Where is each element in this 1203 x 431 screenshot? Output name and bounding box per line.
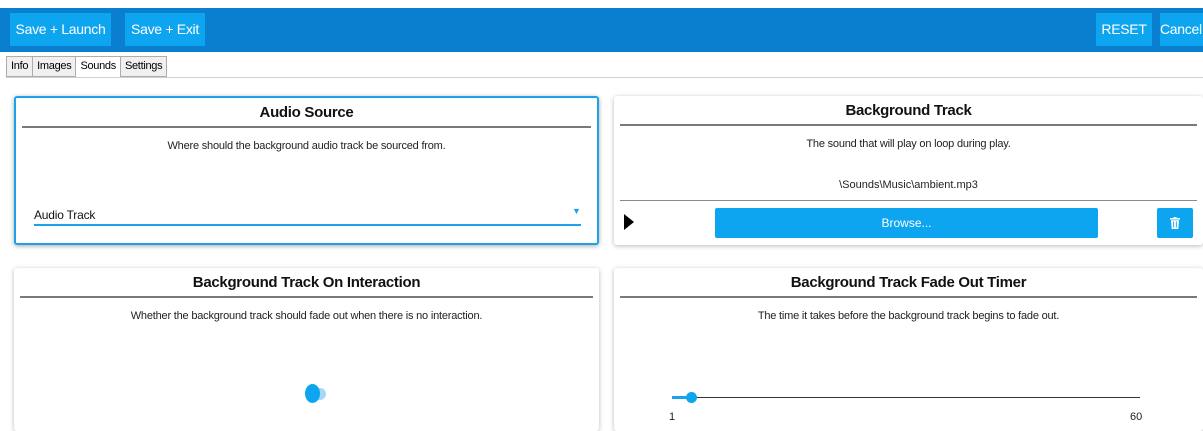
tab-info[interactable]: Info — [6, 56, 33, 77]
delete-button[interactable] — [1157, 208, 1193, 238]
play-icon[interactable] — [624, 214, 634, 230]
cancel-button-label: Cancel — [1160, 21, 1202, 37]
card-divider — [620, 296, 1197, 298]
file-path: \Sounds\Music\ambient.mp3 — [839, 179, 978, 191]
card-title: Background Track On Interaction — [192, 274, 421, 291]
tab-images[interactable]: Images — [32, 56, 76, 77]
dropdown-arrow-icon[interactable]: ▼ — [572, 206, 581, 216]
background-track-card: Background Track The sound that will pla… — [614, 96, 1203, 245]
browse-button[interactable]: Browse... — [715, 208, 1098, 238]
tab-sounds[interactable]: Sounds — [75, 56, 120, 78]
select-value: Audio Track — [34, 208, 96, 222]
card-description: Whether the background track should fade… — [130, 310, 483, 322]
reset-button[interactable]: RESET — [1096, 13, 1152, 46]
card-description: The sound that will play on loop during … — [806, 138, 1011, 150]
tab-strip: Info Images Sounds Settings — [6, 56, 168, 78]
card-divider — [20, 296, 593, 298]
window-top-strip — [0, 0, 1203, 8]
tab-settings[interactable]: Settings — [119, 56, 168, 77]
path-divider — [620, 200, 1197, 201]
tab-divider — [6, 77, 1203, 78]
audio-source-card: Audio Source Where should the background… — [14, 96, 599, 245]
save-launch-button[interactable]: Save + Launch — [10, 13, 111, 46]
trash-icon — [1170, 217, 1180, 229]
card-title: Background Track Fade Out Timer — [790, 274, 1027, 291]
interaction-card: Background Track On Interaction Whether … — [14, 268, 599, 431]
select-underline — [34, 224, 581, 226]
card-title: Audio Source — [259, 104, 354, 121]
fade-timer-card: Background Track Fade Out Timer The time… — [614, 268, 1203, 431]
card-divider — [22, 126, 591, 128]
save-exit-button[interactable]: Save + Exit — [125, 13, 205, 46]
slider-min-label: 1 — [669, 411, 676, 423]
cancel-button[interactable]: Cancel — [1160, 13, 1203, 46]
slider-thumb[interactable] — [686, 392, 697, 403]
slider-track[interactable] — [672, 397, 1140, 398]
card-description: Where should the background audio track … — [167, 140, 446, 152]
toggle-knob[interactable] — [305, 384, 320, 403]
slider-max-label: 60 — [1130, 411, 1143, 423]
card-title: Background Track — [845, 102, 972, 119]
card-divider — [620, 124, 1197, 126]
card-description: The time it takes before the background … — [757, 310, 1060, 322]
